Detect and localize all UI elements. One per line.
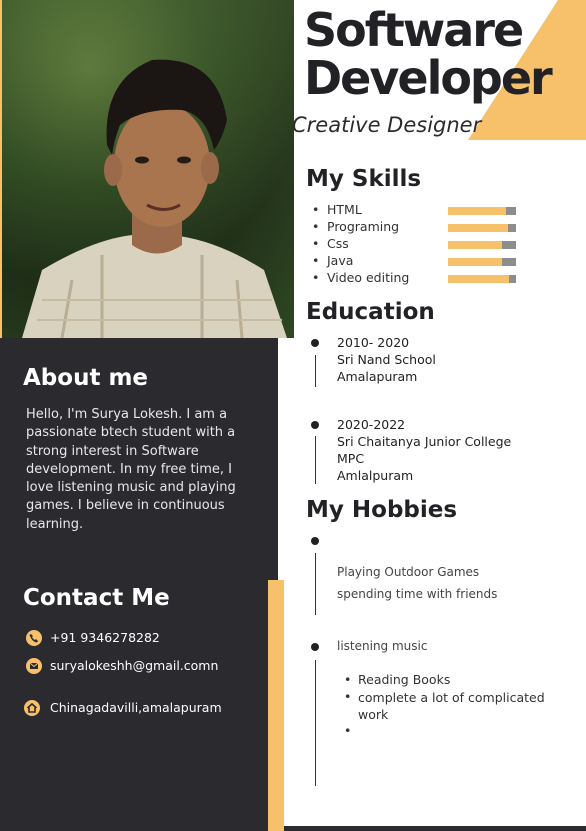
- skill-bar-fill: [448, 275, 509, 283]
- education-years: 2010- 2020: [337, 335, 410, 350]
- timeline-line: [315, 660, 316, 786]
- timeline-dot: [311, 643, 319, 651]
- skill-bar-fill: [448, 224, 508, 232]
- contact-heading: Contact Me: [23, 585, 170, 611]
- hobby-bullet-text: Reading Books: [358, 672, 451, 687]
- skill-bar: [448, 258, 516, 266]
- education-school: Sri Nand School: [337, 352, 436, 367]
- title-line-1: Software: [304, 3, 524, 57]
- about-text: Hello, I'm Surya Lokesh. I am a passiona…: [26, 407, 236, 532]
- education-place: Amalapuram: [337, 369, 418, 384]
- education-years: 2020-2022: [337, 417, 406, 432]
- hobby-line-1: Playing Outdoor Games: [337, 565, 480, 579]
- hobby-bullet: •: [344, 689, 352, 704]
- education-entry-2: 2020-2022 Sri Chaitanya Junior College M…: [337, 416, 511, 484]
- skill-bar-fill: [448, 241, 502, 249]
- education-extra: MPC: [337, 451, 365, 466]
- contact-phone[interactable]: +91 9346278282: [50, 630, 160, 645]
- timeline-line: [315, 553, 316, 615]
- timeline-dot: [311, 537, 319, 545]
- skill-bar: [448, 224, 516, 232]
- about-heading: About me: [23, 365, 149, 391]
- hobbies-heading: My Hobbies: [306, 497, 458, 523]
- person-illustration: [22, 59, 287, 338]
- education-place: Amlalpuram: [337, 468, 414, 483]
- skills-heading: My Skills: [306, 166, 422, 192]
- timeline-line: [315, 355, 316, 387]
- timeline-line: [315, 436, 316, 484]
- page-title: Software Developer: [304, 6, 586, 102]
- timeline-dot: [311, 421, 319, 429]
- timeline-dot: [311, 339, 319, 347]
- title-line-2: Developer: [304, 51, 553, 105]
- skill-bar-fill: [448, 258, 502, 266]
- hobby-line-2: spending time with friends: [337, 587, 498, 601]
- subtitle: Creative Designer: [292, 113, 482, 137]
- skill-label: Video editing: [327, 270, 410, 285]
- hobby-bullet-text: complete a lot of complicated work: [358, 690, 545, 722]
- education-heading: Education: [306, 299, 435, 325]
- hobby-bullet: •: [344, 723, 352, 738]
- education-entry-1: 2010- 2020 Sri Nand School Amalapuram: [337, 334, 436, 385]
- skill-label: Css: [327, 236, 349, 251]
- accent-bar: [268, 580, 284, 831]
- contact-email[interactable]: suryalokeshh@gmail.comn: [50, 658, 218, 673]
- email-icon: [26, 658, 42, 674]
- skill-label: HTML: [327, 202, 362, 217]
- skill-label: Programing: [327, 219, 400, 234]
- hobby-line-3: listening music: [337, 639, 428, 653]
- skill-bar-fill: [448, 207, 506, 215]
- home-icon: [24, 700, 40, 716]
- profile-photo: [2, 0, 294, 338]
- photo-edge: [0, 0, 2, 338]
- phone-icon: [26, 630, 42, 646]
- skill-label: Java: [327, 253, 354, 268]
- bottom-divider: [284, 826, 586, 831]
- skill-bar: [448, 275, 516, 283]
- contact-address[interactable]: Chinagadavilli,amalapuram: [50, 700, 222, 715]
- skill-bar: [448, 241, 516, 249]
- hobby-bullet: •: [344, 672, 352, 687]
- education-school: Sri Chaitanya Junior College: [337, 434, 512, 449]
- skill-bar: [448, 207, 516, 215]
